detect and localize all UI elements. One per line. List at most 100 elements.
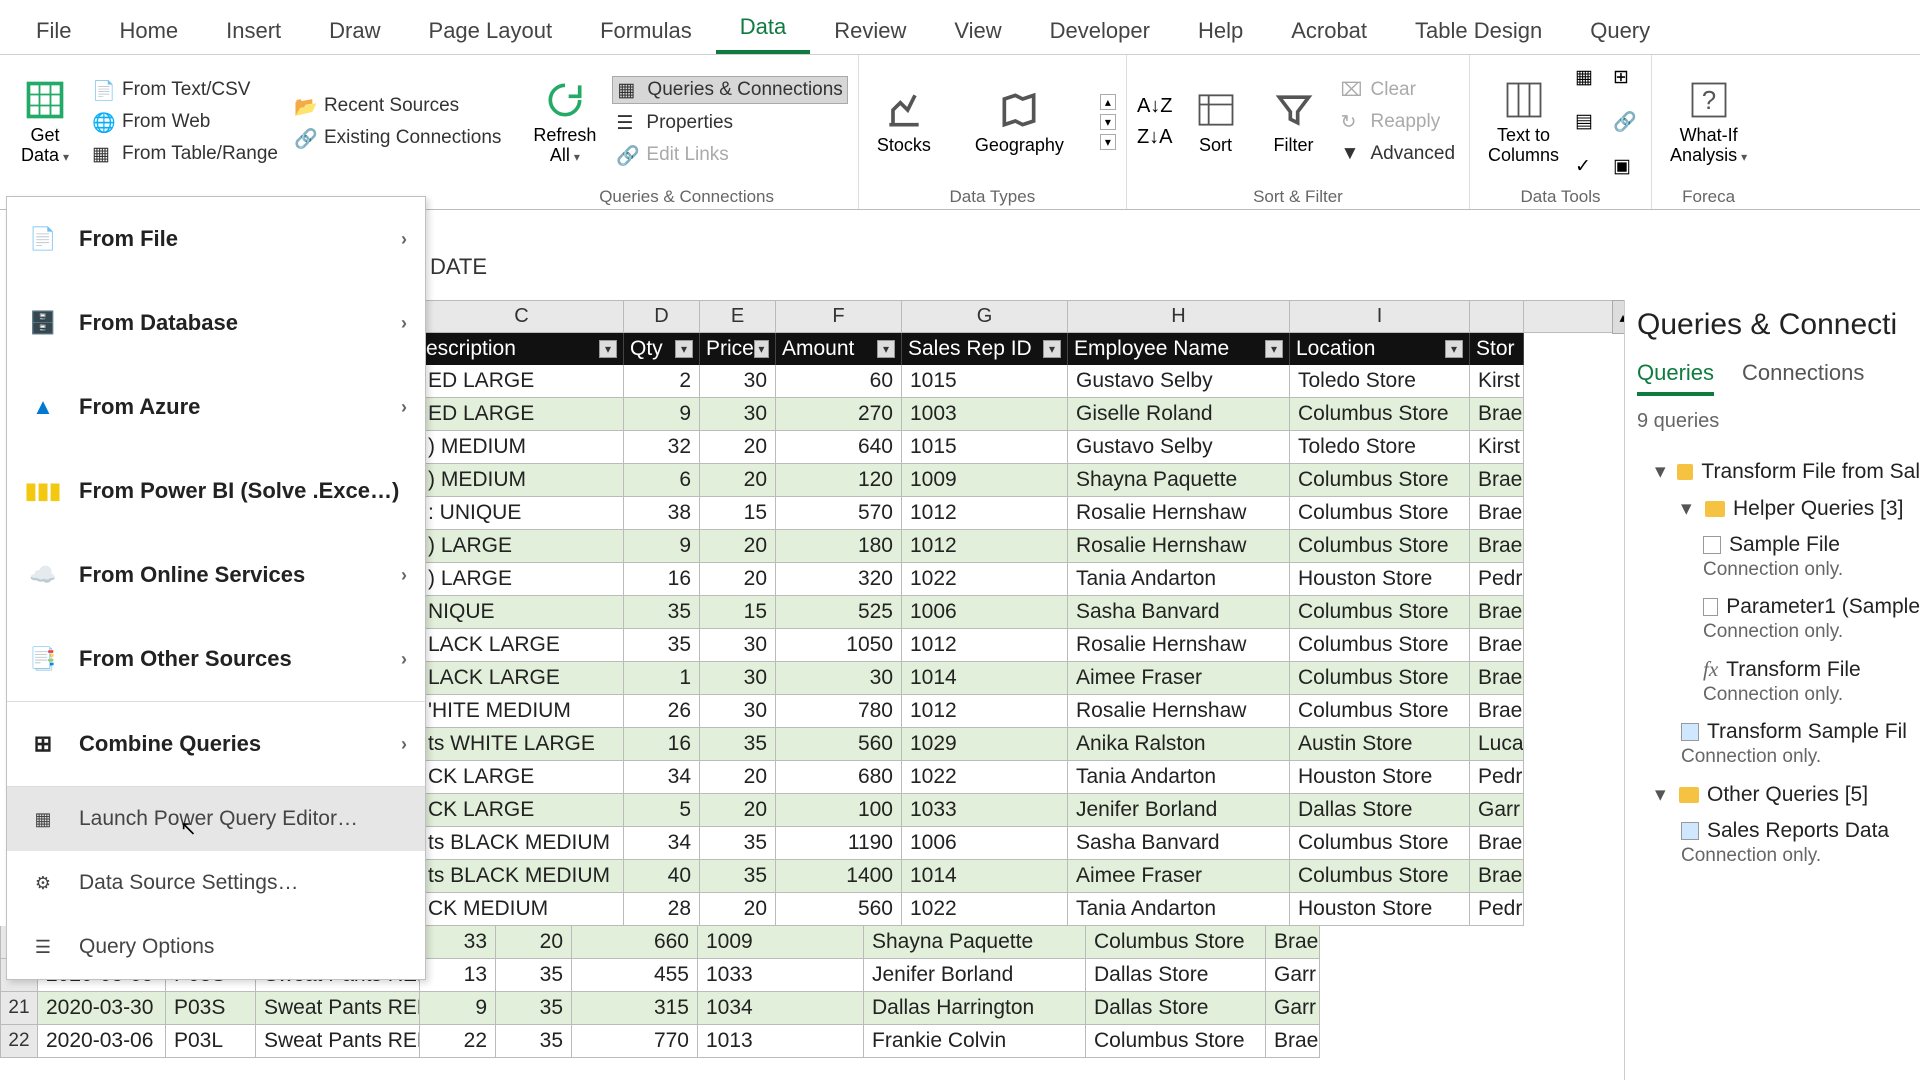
cell[interactable]: 1050 [776, 629, 902, 662]
tab-table-design[interactable]: Table Design [1391, 6, 1566, 54]
row-number[interactable]: 21 [0, 992, 38, 1025]
cell[interactable]: Brae [1470, 629, 1524, 662]
cell[interactable]: 30 [776, 662, 902, 695]
th-qty[interactable]: Qty▾ [624, 333, 700, 365]
cell[interactable]: Columbus Store [1290, 530, 1470, 563]
cell[interactable]: 525 [776, 596, 902, 629]
cell[interactable]: P03L [166, 1025, 256, 1058]
cell[interactable]: Sasha Banvard [1068, 827, 1290, 860]
cell[interactable]: 770 [572, 1025, 698, 1058]
stocks-datatype[interactable]: Stocks [869, 84, 939, 160]
filter-dropdown-icon[interactable]: ▾ [1043, 340, 1061, 358]
cell[interactable]: Aimee Fraser [1068, 662, 1290, 695]
colhead-e[interactable]: E [700, 301, 776, 332]
cell[interactable]: 26 [624, 695, 700, 728]
cell[interactable]: Toledo Store [1290, 365, 1470, 398]
cell[interactable]: P03S [166, 992, 256, 1025]
cell[interactable]: 1022 [902, 761, 1068, 794]
geography-datatype[interactable]: Geography [967, 84, 1072, 160]
flash-fill-icon[interactable]: ▦ [1575, 66, 1603, 89]
cell[interactable]: 1009 [698, 926, 864, 959]
cell[interactable]: 9 [624, 398, 700, 431]
cell[interactable]: Jenifer Borland [864, 959, 1086, 992]
cell[interactable]: ts BLACK MEDIUM [420, 860, 624, 893]
cell[interactable]: Frankie Colvin [864, 1025, 1086, 1058]
cell[interactable]: Rosalie Hernshaw [1068, 695, 1290, 728]
menu-from-database[interactable]: 🗄️From Database› [7, 281, 425, 365]
from-textcsv-button[interactable]: 📄From Text/CSV [88, 77, 282, 103]
menu-launch-pq-editor[interactable]: ▦Launch Power Query Editor… [7, 787, 425, 851]
cell[interactable]: Brae [1470, 662, 1524, 695]
tab-home[interactable]: Home [95, 6, 202, 54]
cell[interactable]: Brae [1470, 860, 1524, 893]
tree-sales-reports[interactable]: Sales Reports Data [1637, 813, 1920, 849]
whatif-button[interactable]: ? What-If Analysis [1662, 61, 1755, 183]
table-row[interactable]: 'HITE MEDIUM26307801012Rosalie HernshawC… [420, 695, 1640, 728]
table-row[interactable]: LACK LARGE130301014Aimee FraserColumbus … [420, 662, 1640, 695]
cell[interactable]: Dallas Store [1086, 959, 1266, 992]
colhead-c[interactable]: C [420, 301, 624, 332]
tab-file[interactable]: File [12, 6, 95, 54]
cell[interactable]: 35 [700, 827, 776, 860]
tab-acrobat[interactable]: Acrobat [1267, 6, 1391, 54]
table-row[interactable]: LACK LARGE353010501012Rosalie HernshawCo… [420, 629, 1640, 662]
sort-desc-button[interactable]: Z↓A [1137, 126, 1173, 149]
table-row[interactable]: 222020-03-06P03LSweat Pants RED LARGE223… [0, 1025, 1640, 1058]
cell[interactable]: 40 [624, 860, 700, 893]
cell[interactable]: Brae [1470, 497, 1524, 530]
cell[interactable]: 2020-03-30 [38, 992, 166, 1025]
table-row[interactable]: CK LARGE34206801022Tania AndartonHouston… [420, 761, 1640, 794]
tab-review[interactable]: Review [810, 6, 930, 54]
cell[interactable]: 1013 [698, 1025, 864, 1058]
cell[interactable]: 20 [700, 761, 776, 794]
cell[interactable]: 1012 [902, 497, 1068, 530]
recent-sources-button[interactable]: 📂Recent Sources [290, 93, 505, 119]
cell[interactable]: LACK LARGE [420, 629, 624, 662]
th-store[interactable]: Stor [1470, 333, 1524, 365]
cell[interactable]: 455 [572, 959, 698, 992]
th-description[interactable]: escription▾ [420, 333, 624, 365]
cell[interactable]: Austin Store [1290, 728, 1470, 761]
cell[interactable]: 1012 [902, 530, 1068, 563]
tab-help[interactable]: Help [1174, 6, 1267, 54]
th-amount[interactable]: Amount▾ [776, 333, 902, 365]
filter-dropdown-icon[interactable]: ▾ [1445, 340, 1463, 358]
cell[interactable]: Columbus Store [1290, 662, 1470, 695]
tree-other-queries[interactable]: ▾Other Queries [5] [1637, 776, 1920, 813]
cell[interactable]: 35 [496, 959, 572, 992]
colhead-g[interactable]: G [902, 301, 1068, 332]
cell[interactable]: 6 [624, 464, 700, 497]
cell[interactable]: Houston Store [1290, 563, 1470, 596]
cell[interactable]: Kirst [1470, 431, 1524, 464]
cell[interactable]: 35 [700, 860, 776, 893]
data-validation-icon[interactable]: ✓ [1575, 155, 1603, 178]
refresh-all-button[interactable]: Refresh All [525, 61, 604, 183]
cell[interactable]: 1015 [902, 365, 1068, 398]
cell[interactable]: 1009 [902, 464, 1068, 497]
cell[interactable]: ED LARGE [420, 398, 624, 431]
cell[interactable]: Brae [1470, 596, 1524, 629]
menu-from-powerbi[interactable]: ▮▮▮From Power BI (Solve .Exce…) [7, 449, 425, 533]
cell[interactable]: 30 [700, 695, 776, 728]
cell[interactable]: 1012 [902, 695, 1068, 728]
cell[interactable]: 1190 [776, 827, 902, 860]
cell[interactable]: 20 [700, 794, 776, 827]
cell[interactable]: 20 [700, 431, 776, 464]
cell[interactable]: 180 [776, 530, 902, 563]
advanced-button[interactable]: ▼Advanced [1337, 141, 1460, 167]
cell[interactable]: 560 [776, 728, 902, 761]
cell[interactable]: 1006 [902, 827, 1068, 860]
cell[interactable]: ts BLACK MEDIUM [420, 827, 624, 860]
table-row[interactable]: ) LARGE9201801012Rosalie HernshawColumbu… [420, 530, 1640, 563]
tree-parameter1[interactable]: Parameter1 (Sample [1637, 589, 1920, 625]
cell[interactable]: 570 [776, 497, 902, 530]
cell[interactable]: 15 [700, 497, 776, 530]
cell[interactable]: 1 [624, 662, 700, 695]
cell[interactable]: 1033 [902, 794, 1068, 827]
sort-button[interactable]: Sort [1181, 61, 1251, 183]
cell[interactable]: 20 [700, 893, 776, 926]
datatype-more[interactable]: ▾ [1100, 134, 1116, 150]
tree-transform-file[interactable]: fxTransform File [1637, 651, 1920, 688]
cell[interactable]: Pedr [1470, 893, 1524, 926]
table-row[interactable]: : UNIQUE38155701012Rosalie HernshawColum… [420, 497, 1640, 530]
